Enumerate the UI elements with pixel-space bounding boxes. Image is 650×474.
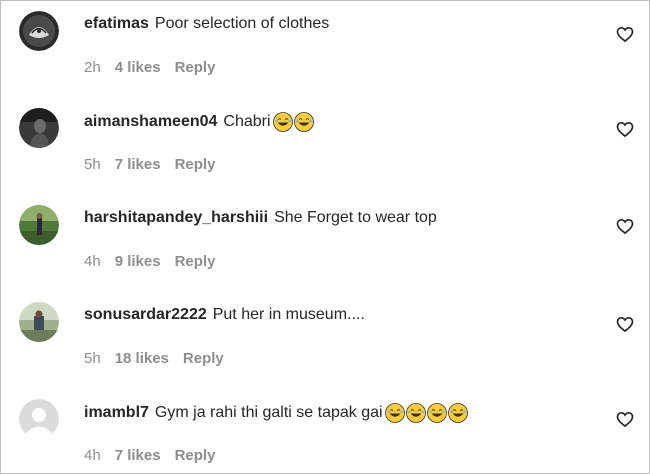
comment-text: Chabri [223,113,271,130]
avatar-efatimas-icon[interactable] [19,11,59,51]
laughing-emoji-icon [293,112,314,132]
laughing-emoji-icon [405,403,426,423]
comment-username[interactable]: aimanshameen04 [84,113,217,131]
comment-username[interactable]: imambl7 [84,404,149,422]
like-heart-icon[interactable] [615,409,635,429]
comment-line: aimanshameen04 Chabri [84,112,314,132]
comment-item: efatimas Poor selection of clothes 2h 4 … [1,1,649,98]
comment-likes[interactable]: 7 likes [115,447,161,464]
laughing-emoji-icon [426,403,447,423]
like-heart-icon[interactable] [615,24,635,44]
like-heart-icon[interactable] [615,119,635,139]
laughing-emoji-icon [272,112,293,132]
comment-item: aimanshameen04 Chabri 5h 7 likes Reply [1,98,649,195]
like-heart-icon[interactable] [615,216,635,236]
comment-likes[interactable]: 9 likes [115,253,161,270]
comment-meta: 5h 7 likes Reply [84,156,229,173]
comment-line: efatimas Poor selection of clothes [84,15,329,33]
comment-text: Gym ja rahi thi galti se tapak gai [154,404,383,421]
avatar-harshitapandey-icon[interactable] [19,205,59,245]
comment-time: 2h [84,59,101,76]
emoji-group [384,403,468,423]
comment-meta: 4h 7 likes Reply [84,447,229,464]
comment-likes[interactable]: 18 likes [115,350,169,367]
laughing-emoji-icon [447,403,468,423]
reply-button[interactable]: Reply [183,350,224,367]
comment-item: imambl7 Gym ja rahi thi galti se tapak g… [1,389,649,473]
default-avatar-icon[interactable] [19,399,59,439]
comment-username[interactable]: efatimas [84,15,149,33]
avatar-aimanshameen04-icon[interactable] [19,108,59,148]
comment-text: Poor selection of clothes [154,15,330,32]
comment-time: 4h [84,253,101,270]
comment-item: sonusardar2222 Put her in museum.... 5h … [1,292,649,389]
comment-meta: 5h 18 likes Reply [84,350,238,367]
comment-meta: 4h 9 likes Reply [84,253,229,270]
laughing-emoji-icon [384,403,405,423]
comments-panel: efatimas Poor selection of clothes 2h 4 … [0,0,650,474]
comment-time: 5h [84,156,101,173]
reply-button[interactable]: Reply [175,447,216,464]
comment-time: 4h [84,447,101,464]
like-heart-icon[interactable] [615,314,635,334]
comment-line: sonusardar2222 Put her in museum.... [84,306,365,324]
comment-likes[interactable]: 4 likes [115,59,161,76]
comment-username[interactable]: sonusardar2222 [84,306,207,324]
comment-likes[interactable]: 7 likes [115,156,161,173]
comment-text: She Forget to wear top [274,209,437,226]
avatar-sonusardar-icon[interactable] [19,302,59,342]
comment-line: imambl7 Gym ja rahi thi galti se tapak g… [84,403,468,423]
comment-text: Put her in museum.... [212,306,365,323]
comment-item: harshitapandey_harshiii She Forget to we… [1,195,649,292]
comment-meta: 2h 4 likes Reply [84,59,229,76]
reply-button[interactable]: Reply [175,156,216,173]
reply-button[interactable]: Reply [175,59,216,76]
comment-line: harshitapandey_harshiii She Forget to we… [84,209,437,227]
reply-button[interactable]: Reply [175,253,216,270]
comment-time: 5h [84,350,101,367]
emoji-group [272,112,314,132]
comment-username[interactable]: harshitapandey_harshiii [84,209,268,227]
